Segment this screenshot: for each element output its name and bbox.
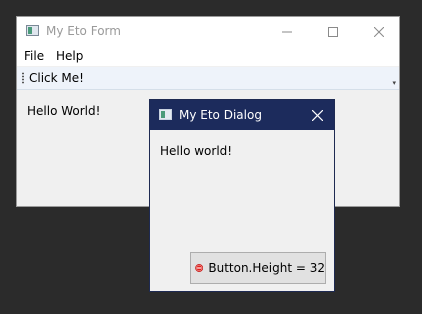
stop-icon <box>195 264 204 272</box>
dialog-close-button[interactable] <box>300 100 334 130</box>
click-me-button[interactable]: Click Me! <box>29 71 84 85</box>
menu-help[interactable]: Help <box>56 49 83 63</box>
dialog-height-button[interactable]: Button.Height = 32 <box>190 252 326 284</box>
close-icon <box>311 109 323 121</box>
dialog-title: My Eto Dialog <box>179 108 262 122</box>
main-content-label: Hello World! <box>27 104 101 118</box>
dialog-window: My Eto Dialog Hello world! Button.Height… <box>149 99 335 292</box>
main-titlebar[interactable]: My Eto Form <box>17 17 399 47</box>
toolbar-overflow-icon[interactable]: ▾ <box>392 80 396 87</box>
menu-file[interactable]: File <box>24 49 44 63</box>
toolbar: Click Me! ▾ <box>17 67 399 90</box>
maximize-icon <box>328 27 338 37</box>
maximize-button[interactable] <box>310 17 356 47</box>
dialog-button-label: Button.Height = 32 <box>208 261 325 275</box>
dialog-titlebar[interactable]: My Eto Dialog <box>150 100 334 130</box>
toolbar-grip[interactable] <box>22 72 24 84</box>
app-window-icon <box>159 109 172 120</box>
minimize-icon <box>282 31 292 33</box>
app-window-icon <box>26 25 39 36</box>
window-title: My Eto Form <box>46 24 121 38</box>
menu-bar: File Help <box>17 47 399 66</box>
close-button[interactable] <box>356 17 402 47</box>
close-icon <box>374 27 384 37</box>
minimize-button[interactable] <box>264 17 310 47</box>
dialog-content-label: Hello world! <box>160 144 233 158</box>
